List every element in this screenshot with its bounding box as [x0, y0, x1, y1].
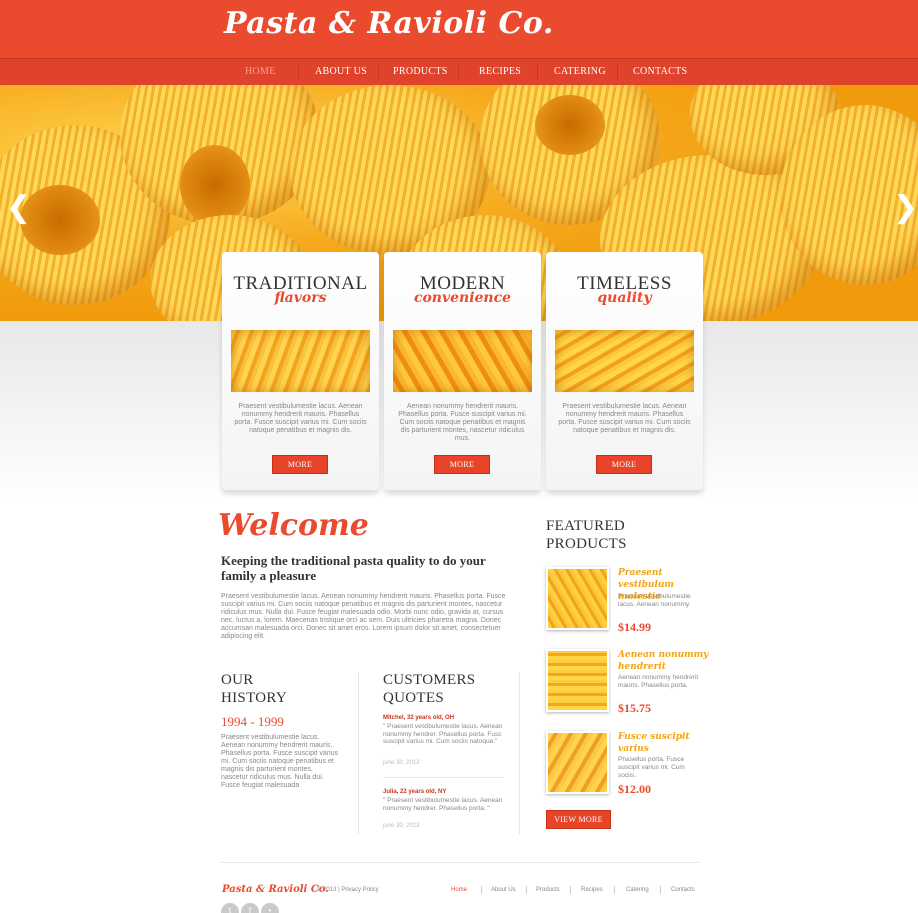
product-desc: Aenean nonummy hendrerit mauris. Phasell… [618, 674, 699, 689]
feature-image [555, 330, 694, 392]
footer-logo[interactable]: Pasta & Ravioli Co. [222, 884, 329, 895]
product-name[interactable]: Fusce suscipit varius [618, 731, 713, 755]
feature-subtitle: quality [597, 290, 652, 306]
product-price: $14.99 [618, 620, 651, 634]
pasta-shape [535, 95, 605, 155]
nav-divider [298, 65, 299, 79]
footer-separator [660, 886, 661, 894]
quote-text: " Praesent vestibulumestie lacus. Aenean… [383, 797, 503, 812]
quote-date: june 30, 2013 [383, 823, 420, 829]
product-image[interactable] [546, 731, 609, 794]
welcome-subtitle: Keeping the traditional pasta quality to… [221, 553, 486, 583]
history-body: Praesent vestibulumestie lacus. Aenean n… [221, 734, 339, 789]
product-desc: Praesent vestibulumestie lacus. Aenean n… [618, 593, 691, 608]
history-title-line1: OUR [221, 672, 254, 688]
nav-home[interactable]: HOME [245, 66, 276, 77]
quotes-title: CUSTOMERS QUOTES [383, 671, 475, 707]
quotes-title-line1: CUSTOMERS [383, 672, 476, 688]
column-divider [358, 672, 359, 834]
facebook-icon[interactable]: f [241, 903, 259, 913]
more-button[interactable]: MORE [434, 455, 490, 474]
feature-subtitle: flavors [274, 290, 327, 306]
pasta-shape [20, 185, 100, 255]
feature-box-modern: MODERN convenience Aenean nonummy hendre… [384, 252, 541, 490]
featured-title-line1: FEATURED [546, 518, 626, 534]
featured-title: FEATURED PRODUCTS [546, 517, 627, 553]
more-button[interactable]: MORE [272, 455, 328, 474]
site-logo[interactable]: Pasta & Ravioli Co. [224, 6, 554, 41]
product-image[interactable] [546, 567, 609, 630]
product-desc: Phasellus porta. Fusce suscipit varius m… [618, 756, 685, 779]
nav-divider [617, 65, 618, 79]
footer-separator [570, 886, 571, 894]
site-header: Pasta & Ravioli Co. [0, 0, 918, 58]
nav-recipes[interactable]: RECIPES [479, 66, 521, 77]
feature-image [231, 330, 370, 392]
history-title-line2: HISTORY [221, 690, 288, 706]
quote-text: " Praesent vestibulumestie lacus. Aenean… [383, 723, 503, 745]
quote-author: Mitchel, 32 years old, OH [383, 715, 455, 721]
feature-subtitle: convenience [413, 290, 512, 306]
main-nav: HOME ABOUT US PRODUCTS RECIPES CATERING … [0, 58, 918, 89]
footer-link-catering[interactable]: Catering [626, 887, 649, 893]
footer-copyright[interactable]: © 2013 | Privacy Policy [317, 887, 379, 893]
footer-link-about-us[interactable]: About Us [491, 887, 516, 893]
footer-link-contacts[interactable]: Contacts [671, 887, 695, 893]
quotes-title-line2: QUOTES [383, 690, 444, 706]
history-title: OUR HISTORY [221, 671, 287, 707]
welcome-title: Welcome [218, 508, 369, 543]
column-divider [519, 672, 520, 834]
product-name[interactable]: Aenean nonummy hendrerit [618, 649, 713, 673]
footer-divider [220, 862, 700, 863]
nav-about-us[interactable]: ABOUT US [315, 66, 367, 77]
quote-date: june 30, 2013 [383, 760, 420, 766]
nav-divider [378, 65, 379, 79]
footer-link-home[interactable]: Home [451, 887, 467, 893]
chevron-right-icon[interactable]: ❯ [893, 190, 918, 225]
footer-separator [614, 886, 615, 894]
rss-icon[interactable]: • [261, 903, 279, 913]
nav-products[interactable]: PRODUCTS [393, 66, 448, 77]
quote-divider [383, 777, 503, 778]
feature-text: Praesent vestibulumestie lacus. Aenean n… [234, 403, 367, 434]
feature-text: Praesent vestibulumestie lacus. Aenean n… [558, 403, 691, 434]
welcome-body: Praesent vestibulumestie lacus. Aenean n… [221, 593, 506, 640]
nav-catering[interactable]: CATERING [554, 66, 606, 77]
feature-image [393, 330, 532, 392]
more-button[interactable]: MORE [596, 455, 652, 474]
nav-divider [537, 65, 538, 79]
quote-author: Julia, 22 years old, NY [383, 789, 447, 795]
pasta-shape [180, 145, 250, 225]
feature-text: Aenean nonummy hendrerit mauris. Phasell… [398, 403, 527, 442]
nav-divider [458, 65, 459, 79]
footer-separator [481, 886, 482, 894]
twitter-icon[interactable]: t [221, 903, 239, 913]
footer-separator [526, 886, 527, 894]
featured-title-line2: PRODUCTS [546, 536, 627, 552]
footer-link-products[interactable]: Products [536, 887, 560, 893]
history-years: 1994 - 1999 [221, 714, 284, 729]
product-price: $12.00 [618, 782, 651, 796]
chevron-left-icon[interactable]: ❮ [6, 190, 31, 225]
view-more-button[interactable]: VIEW MORE [546, 810, 611, 829]
feature-box-traditional: TRADITIONAL flavors Praesent vestibulume… [222, 252, 379, 490]
product-price: $15.75 [618, 701, 651, 715]
nav-contacts[interactable]: CONTACTS [633, 66, 687, 77]
feature-box-timeless: TIMELESS quality Praesent vestibulumesti… [546, 252, 703, 490]
footer-link-recipes[interactable]: Recipes [581, 887, 603, 893]
product-image[interactable] [546, 649, 609, 712]
